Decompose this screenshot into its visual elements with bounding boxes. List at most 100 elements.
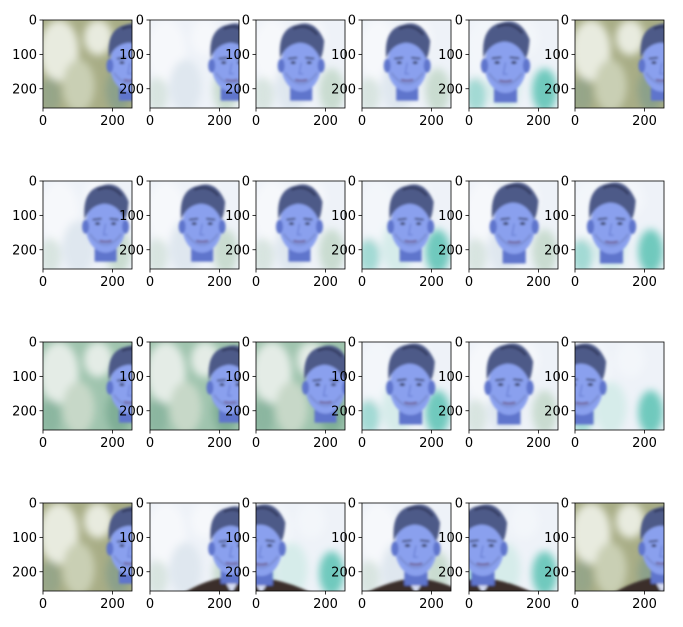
x-tick-label: 0 [39, 597, 47, 612]
x-tick-label: 200 [207, 275, 232, 290]
y-tick-label: 200 [544, 243, 569, 258]
x-tick-label: 200 [632, 275, 657, 290]
y-tick-label: 200 [331, 565, 356, 580]
x-tick-label: 200 [526, 275, 551, 290]
y-tick-label: 200 [438, 243, 463, 258]
y-tick-label: 200 [225, 565, 250, 580]
portrait-image [150, 181, 239, 269]
portrait-image [362, 503, 451, 591]
portrait-image [362, 181, 451, 269]
subplot: 0 100 200 0 200 [119, 14, 240, 129]
y-tick-label: 100 [12, 48, 37, 63]
portrait-image [43, 503, 132, 591]
y-tick-label: 200 [438, 404, 463, 419]
x-tick-label: 200 [100, 597, 125, 612]
y-tick-label: 100 [331, 48, 356, 63]
x-tick-label: 0 [252, 275, 260, 290]
portrait-image [256, 342, 345, 430]
portrait-image [575, 503, 664, 591]
x-tick-label: 0 [358, 597, 366, 612]
x-tick-label: 0 [358, 114, 366, 129]
x-tick-label: 0 [146, 436, 154, 451]
x-tick-label: 200 [313, 114, 338, 129]
y-tick-label: 0 [455, 175, 463, 190]
subplot-grid: 0 100 200 0 200 0 100 200 0 200 0 100 200 0 200 0 100 200… [12, 14, 665, 612]
y-tick-label: 100 [225, 370, 250, 385]
y-tick-label: 0 [29, 175, 37, 190]
y-tick-label: 0 [29, 336, 37, 351]
y-tick-label: 100 [331, 209, 356, 224]
subplot: 0 100 200 0 200 [438, 175, 559, 290]
x-tick-label: 200 [419, 436, 444, 451]
x-tick-label: 200 [313, 436, 338, 451]
x-tick-label: 200 [313, 597, 338, 612]
portrait-image [43, 181, 132, 269]
y-tick-label: 200 [12, 565, 37, 580]
subplot: 0 100 200 0 200 [331, 175, 452, 290]
y-tick-label: 0 [455, 14, 463, 29]
x-tick-label: 200 [526, 114, 551, 129]
subplot: 0 100 200 0 200 [544, 14, 665, 129]
y-tick-label: 100 [331, 531, 356, 546]
figure: 0 100 200 0 200 0 100 200 0 200 0 100 200 0 200 0 100 200… [12, 14, 665, 612]
x-tick-label: 200 [526, 436, 551, 451]
portrait-image [362, 342, 451, 430]
y-tick-label: 200 [331, 82, 356, 97]
y-tick-label: 100 [438, 48, 463, 63]
x-tick-label: 200 [419, 114, 444, 129]
y-tick-label: 0 [29, 497, 37, 512]
portrait-image [469, 181, 558, 269]
x-tick-label: 200 [207, 597, 232, 612]
x-tick-label: 0 [571, 597, 579, 612]
y-tick-label: 200 [119, 404, 144, 419]
x-tick-label: 200 [100, 114, 125, 129]
y-tick-label: 100 [119, 531, 144, 546]
y-tick-label: 0 [561, 175, 569, 190]
x-tick-label: 200 [313, 275, 338, 290]
y-tick-label: 200 [225, 404, 250, 419]
y-tick-label: 100 [225, 531, 250, 546]
x-tick-label: 200 [632, 597, 657, 612]
subplot: 0 100 200 0 200 [438, 14, 559, 129]
subplot: 0 100 200 0 200 [544, 336, 665, 451]
subplot: 0 100 200 0 200 [331, 336, 452, 451]
y-tick-label: 0 [242, 336, 250, 351]
x-tick-label: 200 [207, 436, 232, 451]
y-tick-label: 200 [331, 404, 356, 419]
x-tick-label: 0 [252, 114, 260, 129]
y-tick-label: 200 [438, 82, 463, 97]
y-tick-label: 200 [119, 243, 144, 258]
y-tick-label: 200 [331, 243, 356, 258]
x-tick-label: 0 [571, 275, 579, 290]
x-tick-label: 0 [465, 275, 473, 290]
y-tick-label: 200 [225, 82, 250, 97]
x-tick-label: 0 [465, 597, 473, 612]
y-tick-label: 200 [544, 82, 569, 97]
x-tick-label: 200 [419, 275, 444, 290]
subplot: 0 100 200 0 200 [12, 14, 133, 129]
y-tick-label: 100 [331, 370, 356, 385]
subplot: 0 100 200 0 200 [225, 14, 346, 129]
y-tick-label: 200 [225, 243, 250, 258]
subplot: 0 100 200 0 200 [331, 14, 452, 129]
portrait-image [469, 20, 558, 108]
portrait-image [256, 20, 345, 108]
subplot: 0 100 200 0 200 [12, 336, 133, 451]
y-tick-label: 100 [438, 370, 463, 385]
subplot: 0 100 200 0 200 [544, 175, 665, 290]
y-tick-label: 200 [12, 82, 37, 97]
y-tick-label: 0 [136, 336, 144, 351]
x-tick-label: 0 [571, 436, 579, 451]
x-tick-label: 0 [252, 436, 260, 451]
subplot: 0 100 200 0 200 [119, 175, 240, 290]
y-tick-label: 200 [544, 404, 569, 419]
y-tick-label: 0 [561, 14, 569, 29]
y-tick-label: 0 [455, 497, 463, 512]
y-tick-label: 200 [12, 243, 37, 258]
y-tick-label: 0 [348, 175, 356, 190]
y-tick-label: 200 [12, 404, 37, 419]
portrait-image [150, 342, 239, 430]
x-tick-label: 200 [207, 114, 232, 129]
y-tick-label: 200 [119, 82, 144, 97]
subplot: 0 100 200 0 200 [331, 497, 452, 612]
